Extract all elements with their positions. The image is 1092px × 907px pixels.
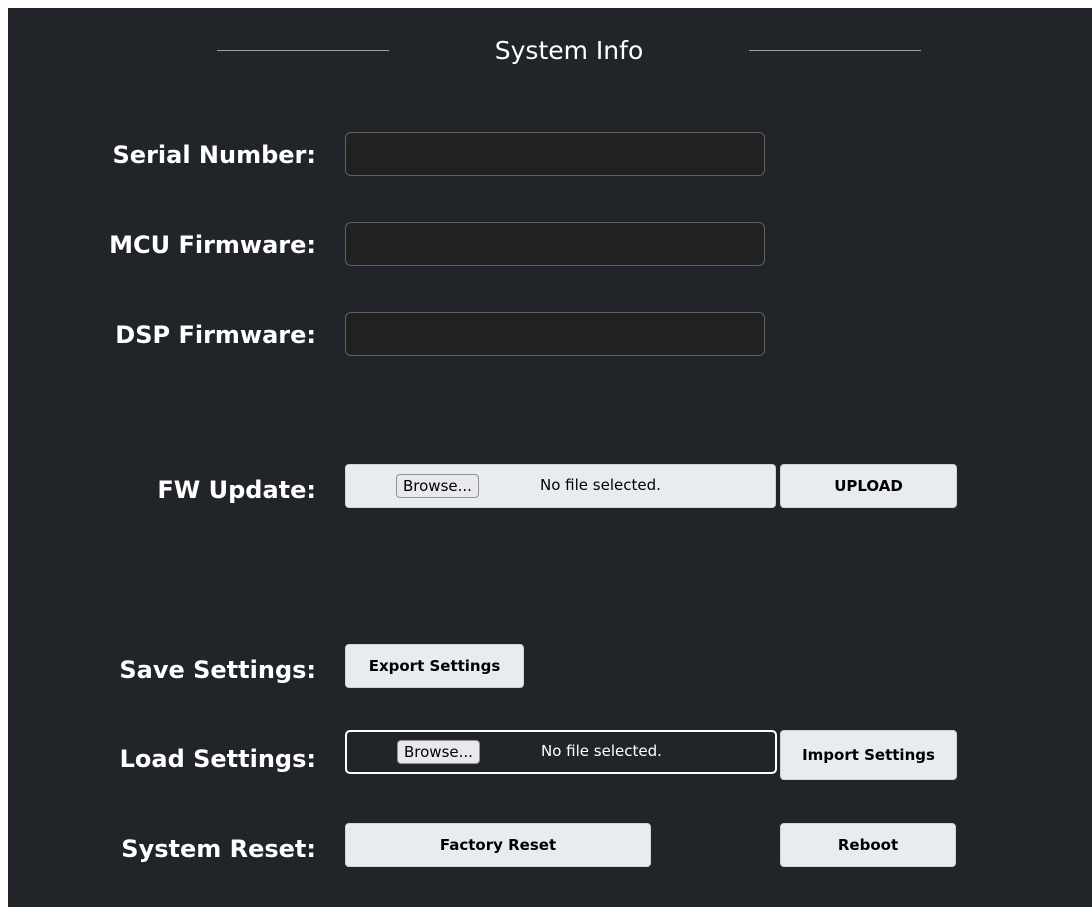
title-divider-left <box>217 50 389 51</box>
mcu-firmware-field[interactable] <box>345 222 765 266</box>
upload-button[interactable]: UPLOAD <box>780 464 957 508</box>
dsp-firmware-label: DSP Firmware: <box>115 321 316 349</box>
title-divider-right <box>749 50 921 51</box>
factory-reset-button[interactable]: Factory Reset <box>345 823 651 867</box>
fw-file-status: No file selected. <box>540 476 661 494</box>
load-settings-label: Load Settings: <box>119 745 316 773</box>
settings-file-status: No file selected. <box>541 742 662 760</box>
fw-file-input[interactable]: Browse... No file selected. <box>345 464 776 508</box>
fw-update-label: FW Update: <box>157 476 316 504</box>
fw-browse-button[interactable]: Browse... <box>396 474 479 498</box>
save-settings-label: Save Settings: <box>119 656 316 684</box>
reboot-button[interactable]: Reboot <box>780 823 956 867</box>
system-reset-label: System Reset: <box>121 835 316 863</box>
import-settings-button[interactable]: Import Settings <box>780 730 957 780</box>
serial-number-field[interactable] <box>345 132 765 176</box>
serial-number-label: Serial Number: <box>112 141 316 169</box>
settings-file-input[interactable]: Browse... No file selected. <box>345 730 777 774</box>
settings-browse-button[interactable]: Browse... <box>397 740 480 764</box>
export-settings-button[interactable]: Export Settings <box>345 644 524 688</box>
mcu-firmware-label: MCU Firmware: <box>109 231 316 259</box>
dsp-firmware-field[interactable] <box>345 312 765 356</box>
page-title: System Info <box>494 36 644 65</box>
system-info-panel: System Info Serial Number: MCU Firmware:… <box>8 8 1092 907</box>
